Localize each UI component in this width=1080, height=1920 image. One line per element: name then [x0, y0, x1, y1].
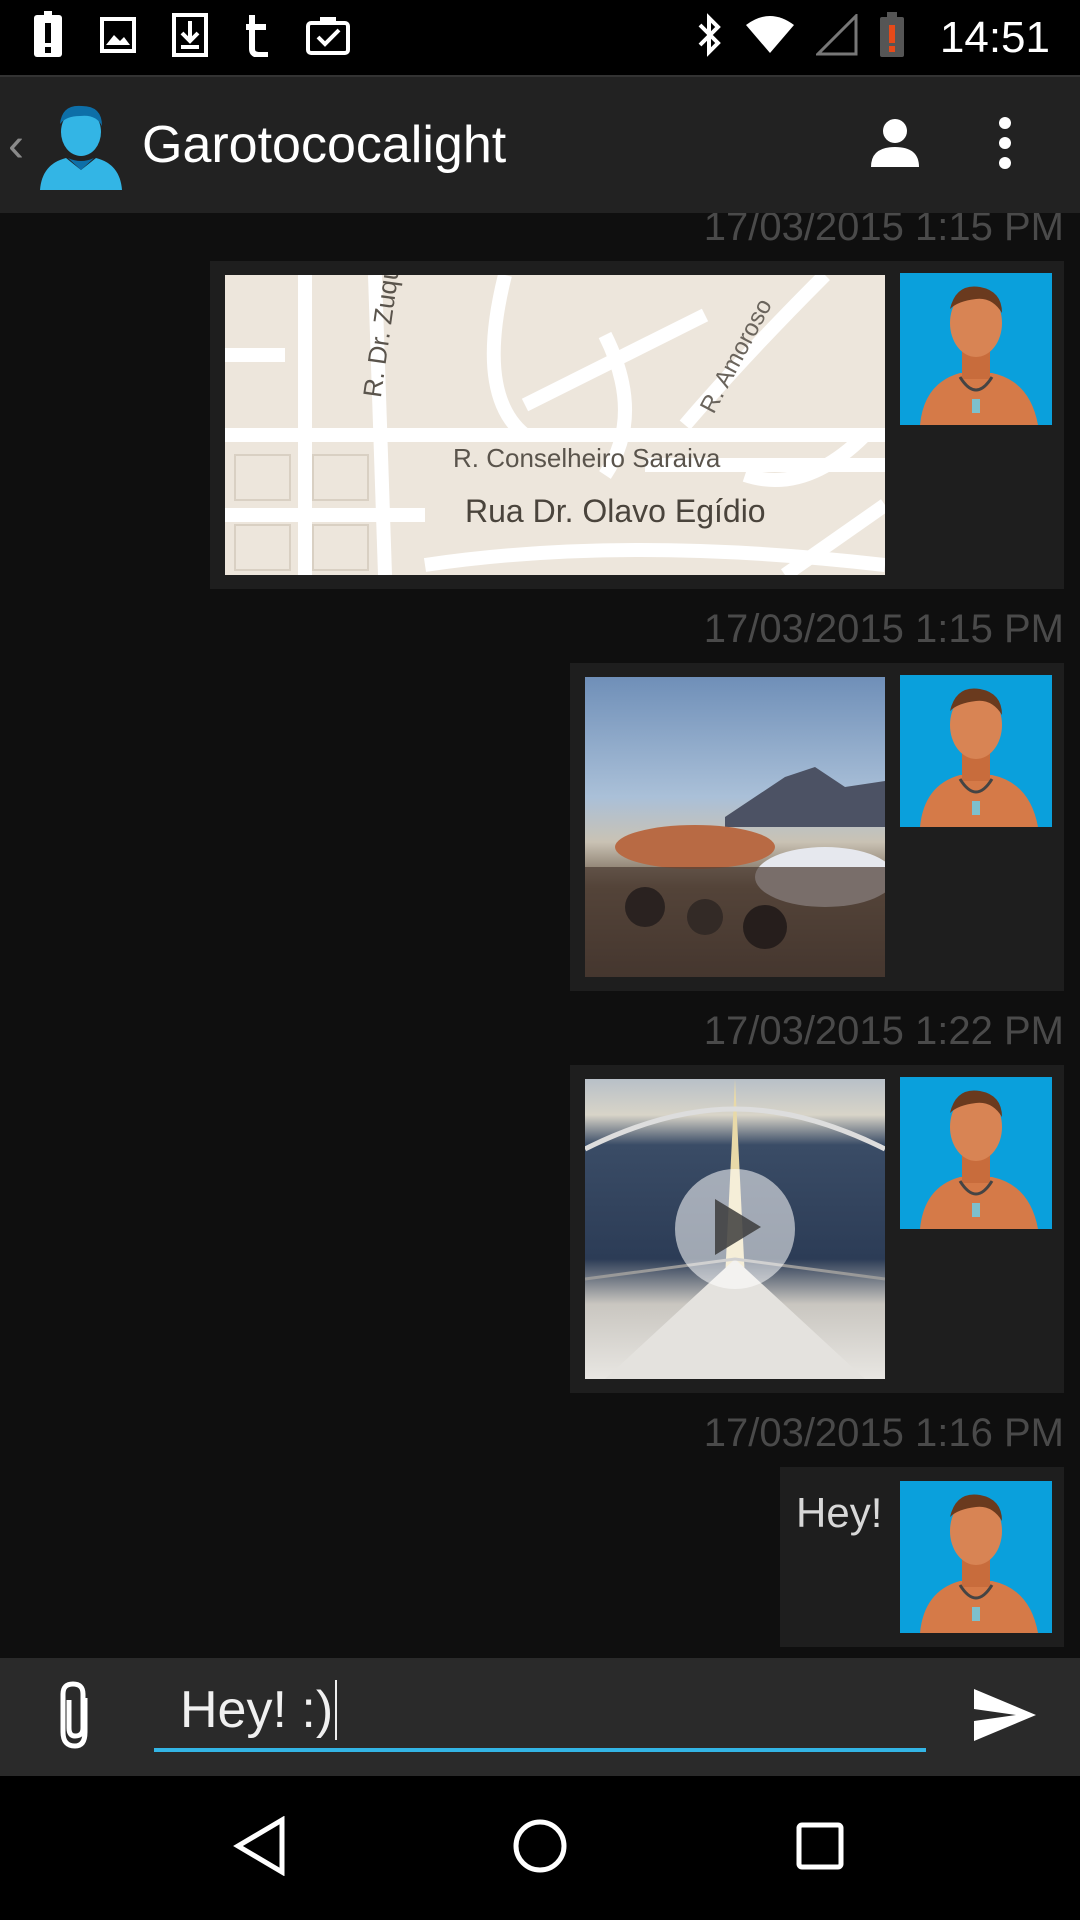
attach-button[interactable] [20, 1662, 130, 1772]
message-bubble-photo[interactable] [570, 663, 1064, 991]
send-icon [972, 1687, 1038, 1748]
composer: Hey! :) [0, 1658, 1080, 1776]
send-button[interactable] [950, 1662, 1060, 1772]
navigation-bar [0, 1776, 1080, 1920]
recents-square-icon [795, 1821, 845, 1876]
recents-nav-button[interactable] [760, 1788, 880, 1908]
message-bubble-text[interactable]: Hey! [780, 1467, 1064, 1647]
sender-avatar[interactable] [900, 1481, 1052, 1633]
message-timestamp: 17/03/2015 1:15 PM [703, 607, 1064, 651]
status-bar: 14:51 [0, 0, 1080, 75]
download-icon [172, 13, 208, 62]
alert-icon [32, 11, 64, 64]
clipboard-check-icon [306, 15, 350, 60]
message-text: Hey! [796, 1489, 883, 1536]
cell-signal-icon [814, 12, 858, 61]
overflow-menu-button[interactable] [950, 90, 1060, 200]
back-nav-button[interactable] [200, 1788, 320, 1908]
map-label: Rua Dr. Olavo Egídio [465, 493, 766, 529]
bluetooth-icon [694, 13, 724, 62]
play-icon [705, 1195, 765, 1264]
image-icon [100, 17, 136, 58]
overflow-menu-icon [997, 116, 1013, 174]
map-thumbnail[interactable]: R. Dr. Zuqu R. Amoroso R. Conselheiro Sa… [225, 275, 885, 575]
back-triangle-icon [232, 1815, 288, 1881]
message-input[interactable]: Hey! :) [154, 1672, 926, 1752]
contact-avatar[interactable] [36, 100, 126, 190]
message-timestamp: 17/03/2015 1:16 PM [703, 1411, 1064, 1455]
message-timestamp: 17/03/2015 1:22 PM [703, 1009, 1064, 1053]
play-button[interactable] [675, 1169, 795, 1289]
map-label: R. Conselheiro Saraiva [453, 443, 721, 473]
message-bubble-map[interactable]: R. Dr. Zuqu R. Amoroso R. Conselheiro Sa… [210, 261, 1064, 589]
sender-avatar[interactable] [900, 273, 1052, 425]
person-icon [869, 117, 921, 174]
back-button[interactable]: ‹ [8, 118, 30, 173]
home-circle-icon [512, 1818, 568, 1879]
tumblr-icon [244, 13, 270, 62]
message-bubble-video[interactable] [570, 1065, 1064, 1393]
contact-name[interactable]: Garotococalight [142, 115, 506, 175]
sender-avatar[interactable] [900, 1077, 1052, 1229]
message-timestamp: 17/03/2015 1:15 PM [703, 213, 1064, 249]
clock: 14:51 [939, 12, 1050, 62]
message-input-value: Hey! :) [180, 1681, 334, 1739]
home-nav-button[interactable] [480, 1788, 600, 1908]
paperclip-icon [55, 1680, 95, 1755]
wifi-icon [744, 15, 796, 60]
text-caret [335, 1680, 338, 1740]
contact-profile-button[interactable] [840, 90, 950, 200]
battery-alert-icon [878, 11, 906, 64]
message-list[interactable]: 17/03/2015 1:15 PM R. Dr. Zuqu R. Amoros… [0, 213, 1080, 1658]
app-bar: ‹ Garotococalight [0, 75, 1080, 213]
video-thumbnail[interactable] [585, 1079, 885, 1379]
sender-avatar[interactable] [900, 675, 1052, 827]
photo-thumbnail[interactable] [585, 677, 885, 977]
